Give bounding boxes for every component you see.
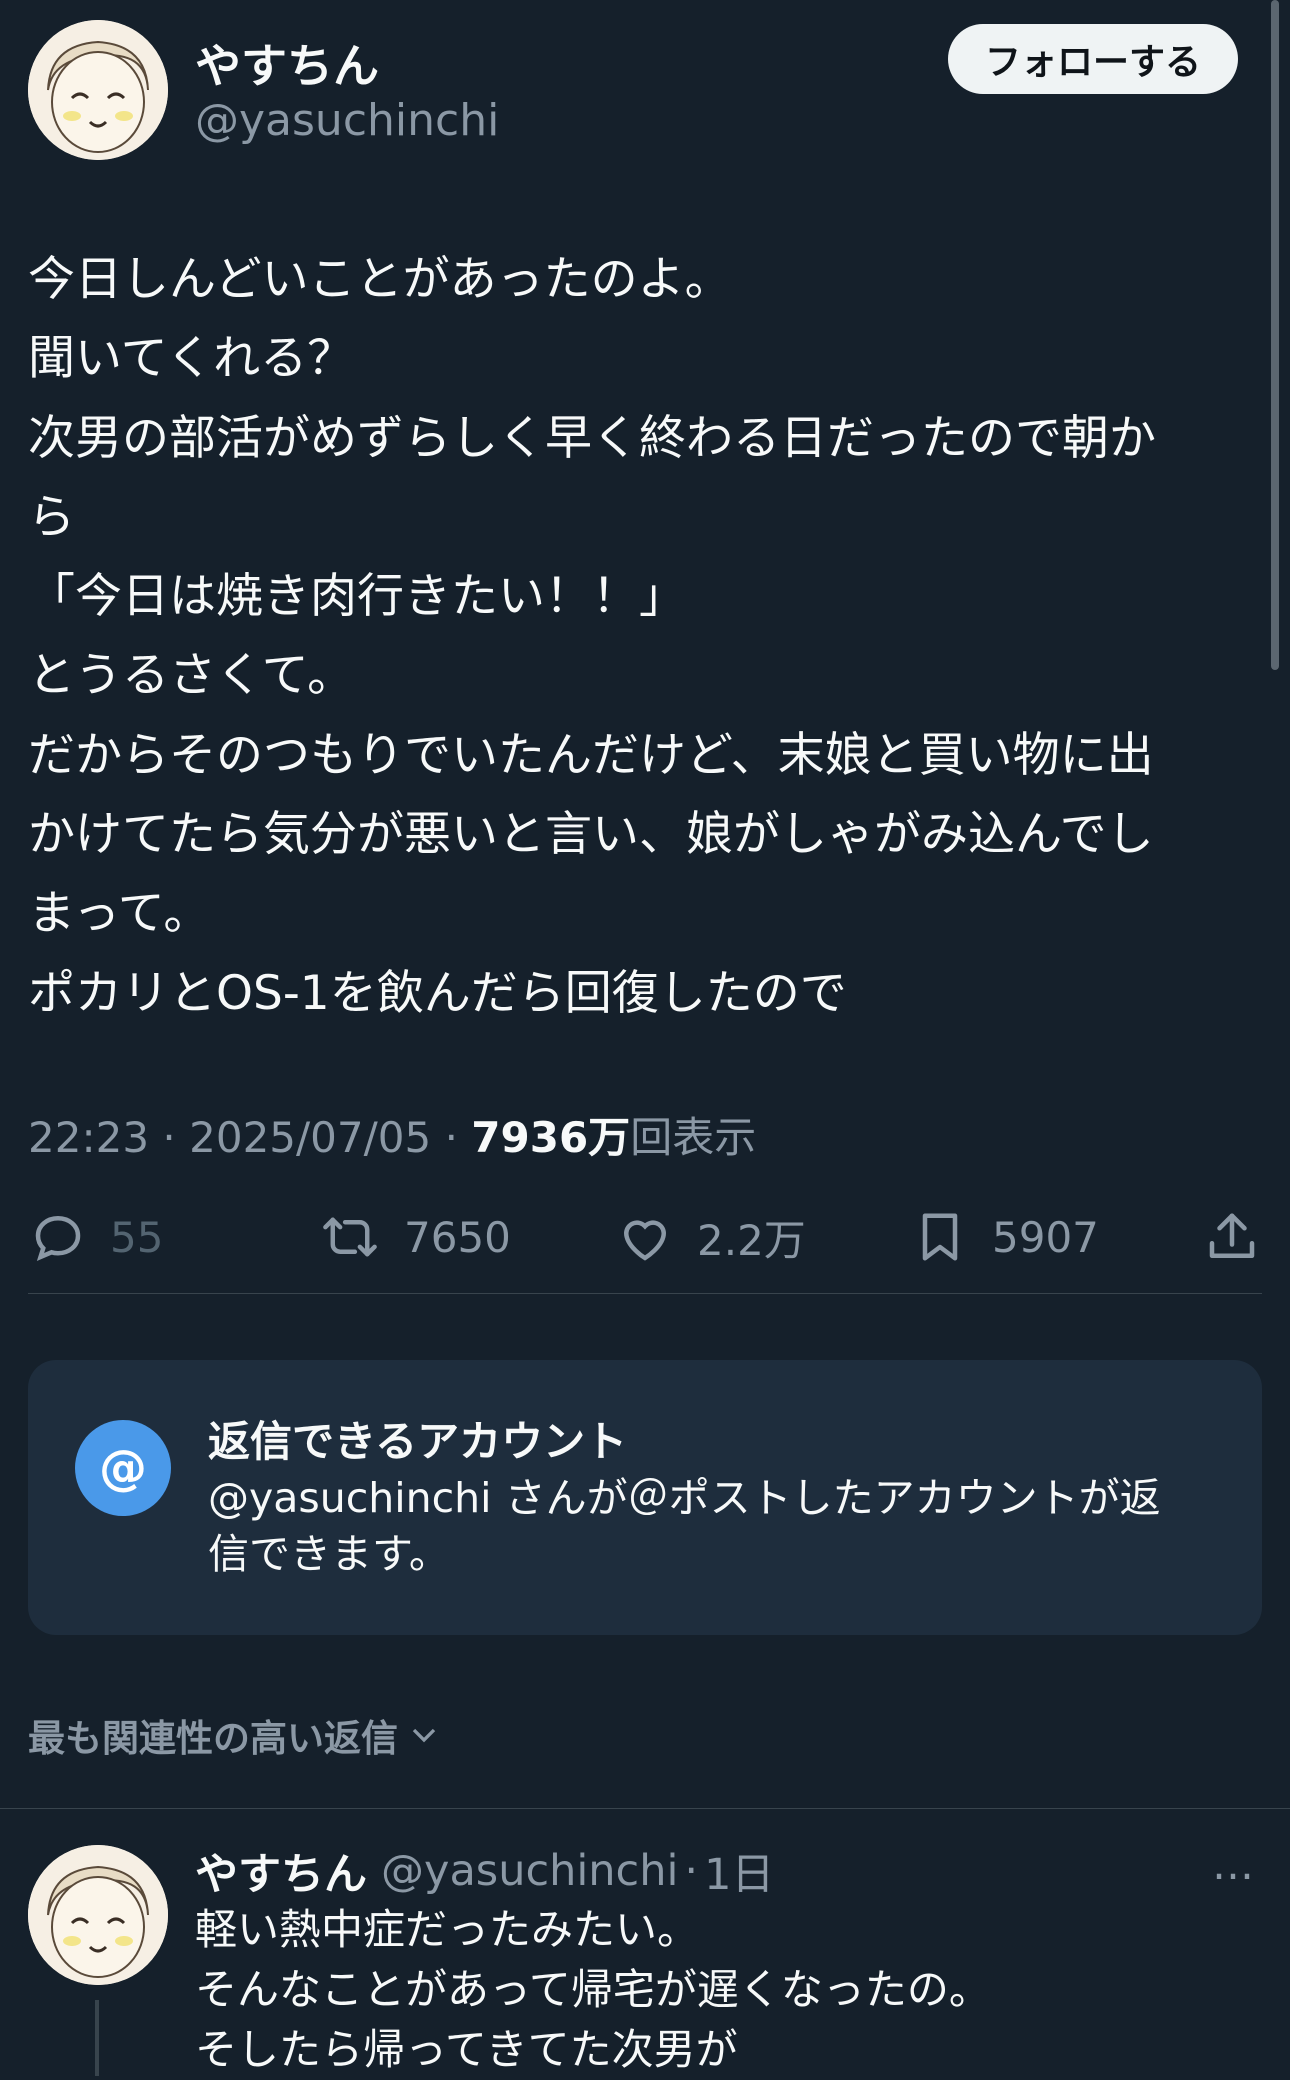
reply-header: やすちん @yasuchinchi · 1日 — [195, 1840, 774, 1902]
tweet-line: 次男の部活がめずらしく早く終わる日だったので朝か — [28, 410, 1156, 466]
reply-restriction-title: 返信できるアカウント — [208, 1417, 628, 1466]
reply-line: 軽い熱中症だったみたい。 — [195, 1905, 700, 1954]
like-count: 2.2万 — [697, 1216, 806, 1265]
meta-separator: · — [444, 1113, 458, 1162]
chevron-down-icon — [412, 1728, 436, 1743]
author-avatar[interactable] — [28, 20, 168, 160]
tweet-line: 今日しんどいことがあったのよ。 — [28, 252, 732, 307]
at-sign-icon: @ — [75, 1420, 171, 1516]
thread-line — [95, 2000, 99, 2076]
tweet-line: まって。 — [28, 886, 211, 942]
reply-restriction-line: 信できます。 — [208, 1530, 450, 1578]
view-label: 回表示 — [630, 1113, 757, 1162]
reply-text: 軽い熱中症だったみたい。 そんなことがあって帰宅が遅くなったの。 そしたら帰って… — [195, 1900, 991, 2080]
avatar-illustration-icon — [28, 1845, 168, 1985]
share-icon — [1209, 1213, 1255, 1258]
reply-line: そんなことがあって帰宅が遅くなったの。 — [195, 1965, 991, 2014]
retweet-count: 7650 — [404, 1212, 511, 1262]
reply-sort-dropdown[interactable]: 最も関連性の高い返信 — [28, 1708, 444, 1762]
reply-time[interactable]: 1日 — [704, 1840, 774, 1902]
divider — [0, 1808, 1290, 1809]
scrollbar[interactable] — [1271, 0, 1279, 670]
bookmark-icon — [922, 1213, 958, 1261]
reply-separator: · — [684, 1846, 699, 1896]
reply-line: そしたら帰ってきてた次男が — [195, 2025, 738, 2074]
tweet-line: だからそのつもりでいたんだけど、末娘と買い物に出 — [28, 727, 1154, 783]
reply-author-avatar[interactable] — [28, 1845, 168, 1985]
tweet-line: かけてたら気分が悪いと言い、娘がしゃがみ込んでし — [28, 807, 1154, 863]
reply-restriction-line: @yasuchinchi さんが＠ポストしたアカウントが返 — [208, 1474, 1161, 1522]
author-handle[interactable]: @yasuchinchi — [195, 95, 499, 146]
share-action[interactable] — [1202, 1207, 1284, 1267]
bookmark-action[interactable]: 5907 — [910, 1207, 1099, 1267]
tweet-time[interactable]: 22:23 — [28, 1113, 149, 1162]
reply-count: 55 — [110, 1212, 164, 1262]
tweet-date[interactable]: 2025/07/05 — [189, 1113, 431, 1162]
like-action[interactable]: 2.2万 — [615, 1207, 806, 1268]
follow-button[interactable]: フォローする — [948, 24, 1238, 94]
reply-author-name[interactable]: やすちん — [195, 1840, 367, 1902]
reply-action[interactable]: 55 — [28, 1207, 163, 1267]
tweet-line: ポカリとOS-1を飲んだら回復したので — [28, 965, 847, 1021]
author-name[interactable]: やすちん — [195, 30, 379, 96]
tweet-line: ら — [28, 489, 75, 545]
like-icon — [623, 1219, 667, 1261]
avatar-illustration-icon — [28, 20, 168, 160]
sort-label: 最も関連性の高い返信 — [28, 1717, 398, 1760]
divider — [28, 1293, 1262, 1294]
retweet-icon — [323, 1217, 377, 1257]
reply-author-handle[interactable]: @yasuchinchi — [381, 1846, 678, 1896]
retweet-action[interactable]: 7650 — [318, 1207, 511, 1267]
tweet-line: 「今日は焼き肉行きたい！！」 — [28, 569, 686, 625]
meta-separator: · — [162, 1113, 176, 1162]
reply-icon — [35, 1215, 81, 1262]
bookmark-count: 5907 — [992, 1212, 1099, 1262]
tweet-meta: 22:23 · 2025/07/05 · 7936万回表示 — [28, 1104, 756, 1165]
tweet-line: 聞いてくれる？ — [28, 331, 355, 387]
tweet-text: 今日しんどいことがあったのよ。 聞いてくれる？ 次男の部活がめずらしく早く終わる… — [28, 240, 1258, 1033]
tweet-line: とうるさくて。 — [28, 648, 355, 704]
more-options-icon[interactable]: … — [1212, 1840, 1254, 1889]
view-count: 7936万 — [471, 1113, 631, 1162]
reply-restriction-text: @yasuchinchi さんが＠ポストしたアカウントが返 信できます。 — [208, 1470, 1161, 1582]
